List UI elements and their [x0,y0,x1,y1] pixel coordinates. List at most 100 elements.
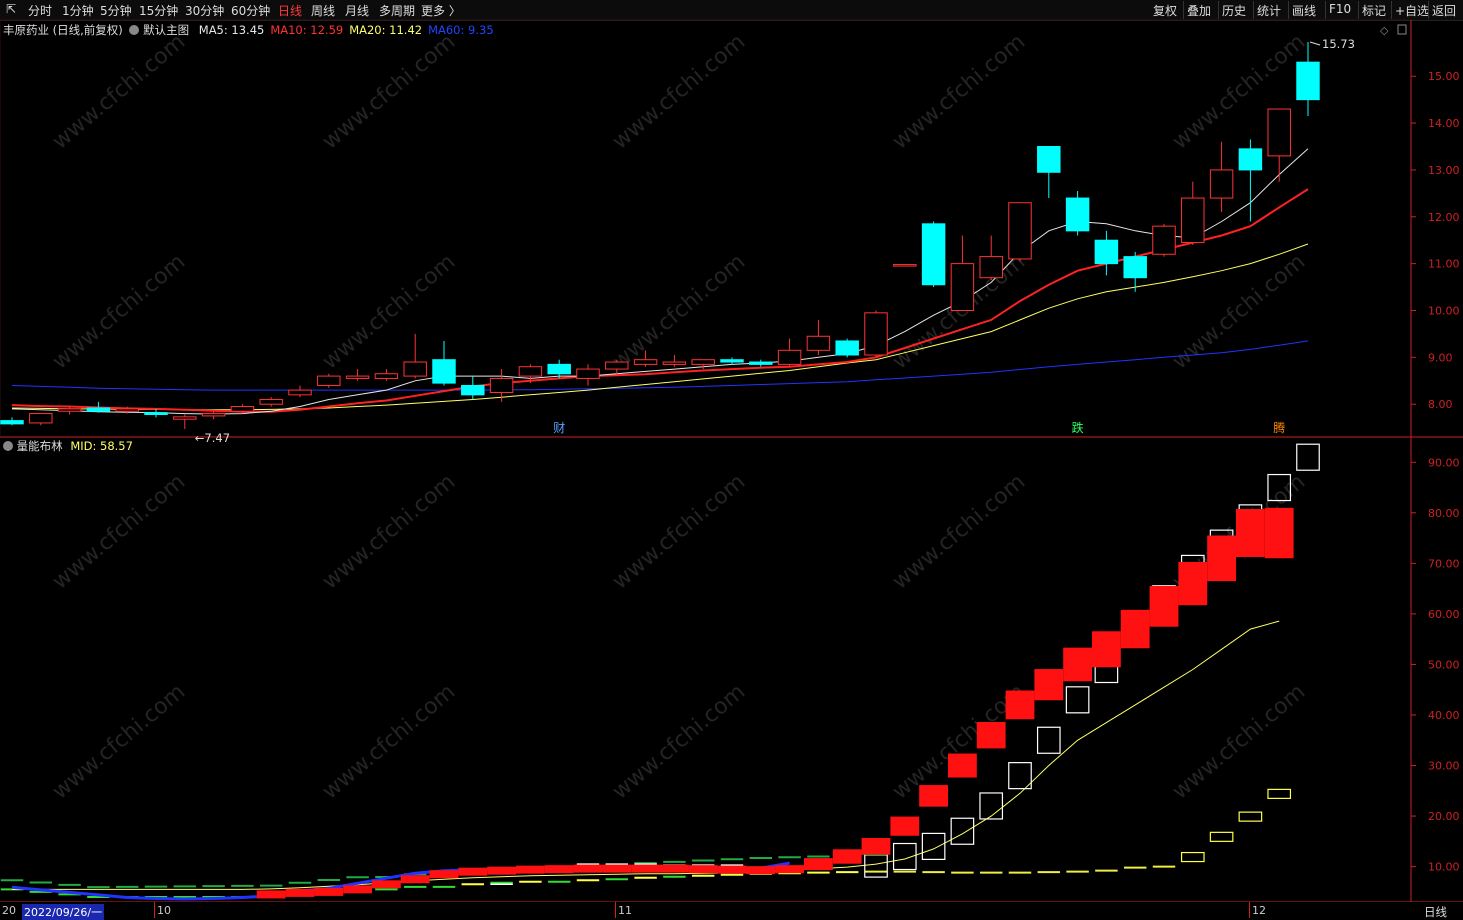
candle-body [864,312,888,356]
candle-body [979,256,1003,279]
watermark: www.cfchi.com [318,249,460,374]
indicator-tick-label: 10.00 [1428,861,1460,874]
event-marker: 跌 [1072,420,1084,435]
ma-legend: MA5: 13.45 MA10: 12.59 MA20: 11.42 MA60: 9.… [193,23,494,37]
indicator-name[interactable]: 量能布林 [17,439,63,453]
month-tick [154,902,155,918]
watermark: www.cfchi.com [608,249,750,374]
volume-block [804,858,833,871]
month-label-11: 11 [618,904,632,917]
price-tick-label: 8.00 [1428,398,1453,411]
upper-band-box [921,832,946,861]
price-tick-label: 9.00 [1428,351,1453,364]
indicator-tick-label: 70.00 [1428,557,1460,570]
indicator-tick-label: 40.00 [1428,709,1460,722]
main-legend: 丰原药业 (日线,前复权) 默认主图 MA5: 13.45 MA10: 12.59… [3,22,494,38]
cursor-date: 2022/09/26/一 [22,904,105,920]
volume-block [516,865,545,874]
candle-body [489,377,514,393]
candle-body [921,223,946,286]
candle-body [605,361,629,370]
volume-block [717,865,747,874]
price-tick-label: 12.00 [1428,211,1460,224]
watermark: www.cfchi.com [608,679,750,804]
volume-block [372,880,401,889]
volume-block [400,875,430,884]
indicator-tick-label: 80.00 [1428,507,1460,520]
period-button[interactable]: 日线 [1424,904,1447,920]
candle-body [1037,146,1061,173]
gear-icon[interactable] [3,441,13,451]
candle-body [1209,169,1234,199]
volume-block [688,865,718,874]
candle-body [1008,202,1032,260]
month-tick [615,902,616,918]
candle-body [461,384,485,396]
gear-icon[interactable] [129,25,140,35]
candle-body [1181,197,1205,244]
candle-body [806,335,831,351]
candle-body [1094,239,1119,265]
watermark: www.cfchi.com [1168,679,1310,804]
candle-body [576,368,600,379]
candle-body [0,420,24,425]
watermark: www.cfchi.com [608,469,750,594]
volume-block [1063,647,1092,682]
candle-body [57,408,82,412]
candle-body [893,264,917,267]
price-chart[interactable]: www.cfchi.com www.cfchi.com www.cfchi.com w… [0,0,1463,902]
period-note: (日线,前复权) [52,23,123,37]
upper-band-box [950,817,975,845]
candle-body [1238,148,1263,171]
watermark: www.cfchi.com [48,679,190,804]
candle-body [633,359,658,365]
candle-body [1123,256,1147,279]
watermark: www.cfchi.com [318,29,460,154]
low-price-label: ←7.47 [195,431,230,445]
volume-block [1149,585,1179,627]
upper-band-box [1065,686,1090,714]
candle-body [173,416,197,420]
candle-body [547,363,571,375]
volume-block [1264,507,1294,559]
price-tick-label: 13.00 [1428,164,1460,177]
upper-band-box [1036,726,1061,754]
indicator-tick-label: 60.00 [1428,608,1460,621]
candle-body [317,375,341,386]
upper-band-box [1296,443,1320,471]
volume-block [948,753,977,778]
month-tick [1249,902,1250,918]
diamond-icon: ◇ [1380,24,1389,37]
template-label[interactable]: 默认主图 [143,23,189,37]
indicator-legend: 量能布林 MID: 58.57 [3,438,133,454]
high-price-label: 15.73 [1322,37,1355,51]
lower-band-box [1267,788,1292,799]
candle-body [432,359,456,384]
upper-band-box [979,792,1004,820]
candle-body [288,389,312,396]
volume-block [746,866,776,875]
candle-body [662,361,687,365]
volume-block [631,864,660,873]
candle-body [403,361,427,377]
ma-legend-1: MA10: 12.59 [270,23,344,37]
volume-block [976,722,1006,749]
volume-block [1207,535,1236,582]
ma-legend-2: MA20: 11.42 [349,23,423,37]
volume-block [832,849,862,864]
candle-body [230,406,255,412]
volume-block [1092,631,1121,668]
volume-block [573,864,603,873]
volume-block [660,864,689,873]
candle-body [259,399,283,405]
volume-block [343,885,372,894]
candle-body [1267,108,1291,157]
price-tick-label: 14.00 [1428,117,1460,130]
candle-body [345,375,370,379]
price-tick-label: 11.00 [1428,258,1460,271]
volume-block [861,838,891,855]
watermark: www.cfchi.com [318,679,460,804]
watermark: www.cfchi.com [318,469,460,594]
volume-block [285,888,315,897]
volume-block [429,870,459,879]
